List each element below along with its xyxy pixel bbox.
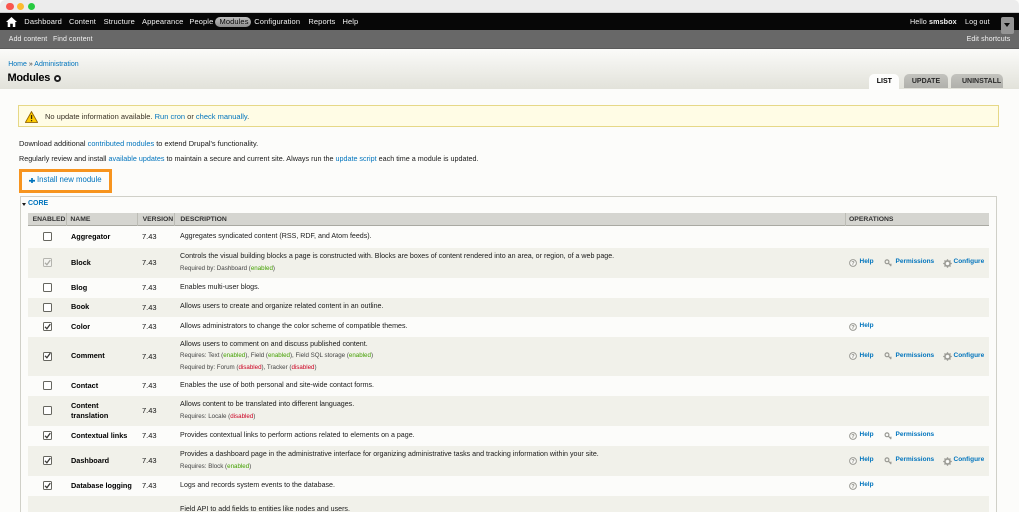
svg-text:?: ? <box>851 354 855 360</box>
svg-text:?: ? <box>851 325 855 331</box>
svg-text:?: ? <box>851 459 855 465</box>
svg-text:?: ? <box>851 434 855 440</box>
svg-text:?: ? <box>851 261 855 267</box>
svg-text:?: ? <box>851 484 855 490</box>
